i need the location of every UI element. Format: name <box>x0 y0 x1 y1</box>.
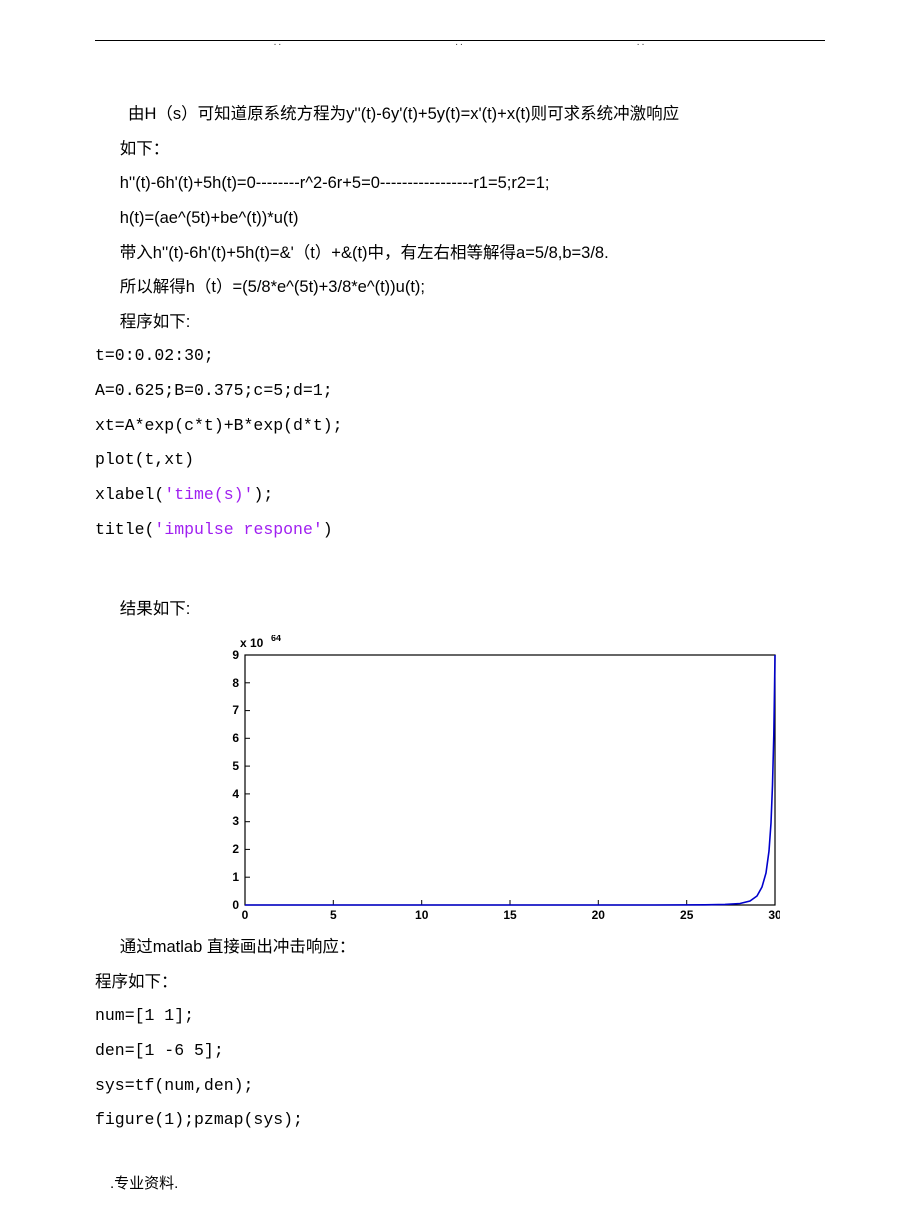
svg-text:9: 9 <box>232 648 239 662</box>
code-text: title( <box>95 520 154 539</box>
svg-text:15: 15 <box>503 908 517 920</box>
svg-text:2: 2 <box>232 842 239 856</box>
svg-text:0: 0 <box>232 898 239 912</box>
line-chart: x 10 64 0 1 2 3 4 5 6 7 8 9 <box>205 635 780 920</box>
svg-text:5: 5 <box>232 759 239 773</box>
chart-y-exponent-power: 64 <box>271 635 281 643</box>
svg-text:4: 4 <box>232 787 239 801</box>
paragraph: 如下： <box>95 132 825 167</box>
string-literal: 'impulse respone' <box>154 520 322 539</box>
svg-text:10: 10 <box>415 908 429 920</box>
code-line: den=[1 -6 5]; <box>95 1034 825 1069</box>
code-line: plot(t,xt) <box>95 443 825 478</box>
label-line: 程序如下： <box>95 965 825 1000</box>
string-literal: 'time(s)' <box>164 485 253 504</box>
equation-line: 带入h''(t)-6h'(t)+5h(t)=&'（t）+&(t)中，有左右相等解… <box>95 236 825 271</box>
chart-svg: x 10 64 0 1 2 3 4 5 6 7 8 9 <box>205 635 780 920</box>
svg-text:1: 1 <box>232 870 239 884</box>
code-line: sys=tf(num,den); <box>95 1069 825 1104</box>
header-rule <box>95 40 825 47</box>
code-text: ) <box>323 520 333 539</box>
svg-text:25: 25 <box>680 908 694 920</box>
paragraph: 由H（s）可知道原系统方程为y''(t)-6y'(t)+5y(t)=x'(t)+… <box>95 97 825 132</box>
chart-y-exponent: x 10 <box>240 636 264 650</box>
code-line: title('impulse respone') <box>95 513 825 548</box>
code-line: xt=A*exp(c*t)+B*exp(d*t); <box>95 409 825 444</box>
code-line: xlabel('time(s)'); <box>95 478 825 513</box>
svg-text:5: 5 <box>330 908 337 920</box>
code-line: A=0.625;B=0.375;c=5;d=1; <box>95 374 825 409</box>
equation-line: h''(t)-6h'(t)+5h(t)=0--------r^2-6r+5=0-… <box>95 166 825 201</box>
svg-text:0: 0 <box>242 908 249 920</box>
label-line: 程序如下: <box>95 305 825 340</box>
code-text: xlabel( <box>95 485 164 504</box>
svg-text:30: 30 <box>768 908 780 920</box>
result-label: 结果如下: <box>95 592 825 627</box>
svg-text:3: 3 <box>232 814 239 828</box>
paragraph: 通过matlab 直接画出冲击响应： <box>95 930 825 965</box>
chart-plot-box <box>245 655 775 905</box>
svg-text:20: 20 <box>592 908 606 920</box>
document-body: 由H（s）可知道原系统方程为y''(t)-6y'(t)+5y(t)=x'(t)+… <box>95 97 825 1199</box>
svg-text:7: 7 <box>232 703 239 717</box>
code-text: ); <box>253 485 273 504</box>
equation-line: h(t)=(ae^(5t)+be^(t))*u(t) <box>95 201 825 236</box>
svg-text:6: 6 <box>232 731 239 745</box>
code-line: figure(1);pzmap(sys); <box>95 1103 825 1138</box>
svg-text:8: 8 <box>232 676 239 690</box>
footer-text: .专业资料. <box>95 1168 825 1200</box>
equation-line: 所以解得h（t）=(5/8*e^(5t)+3/8*e^(t))u(t); <box>95 270 825 305</box>
code-line: num=[1 1]; <box>95 999 825 1034</box>
code-line: t=0:0.02:30; <box>95 339 825 374</box>
